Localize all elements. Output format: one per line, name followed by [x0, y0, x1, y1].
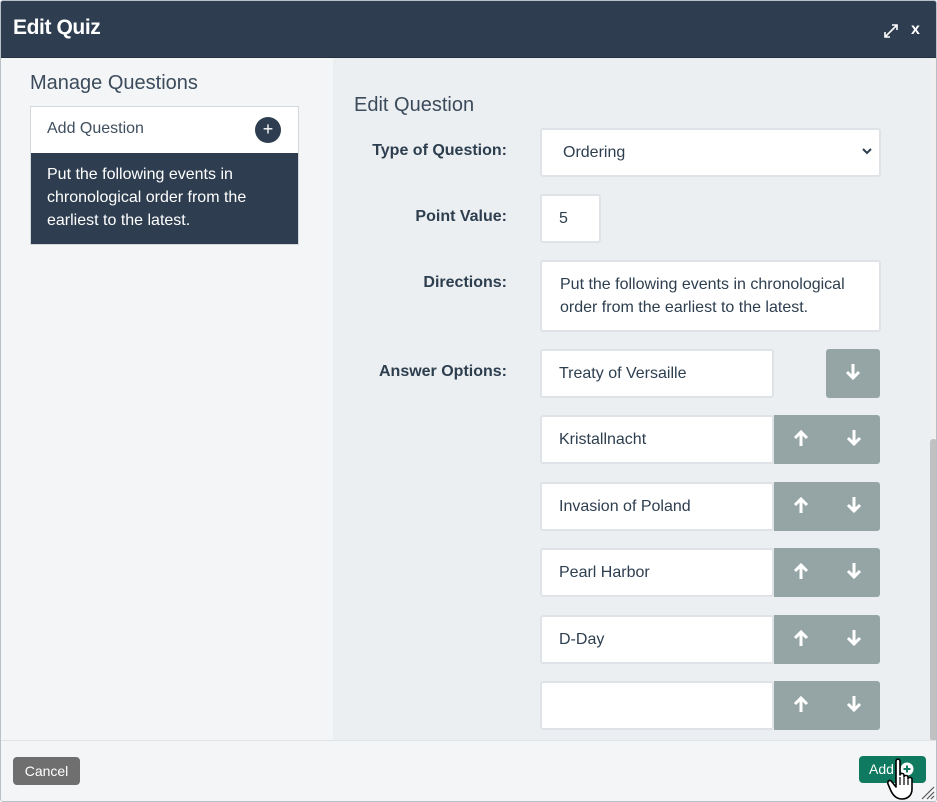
- answer-option-input[interactable]: Treaty of Versaille: [540, 349, 774, 398]
- answer-option-controls: [774, 548, 880, 597]
- dialog-titlebar: Edit Quiz x: [1, 1, 936, 58]
- type-of-question-value: Ordering: [563, 144, 626, 161]
- expand-icon[interactable]: [882, 22, 900, 40]
- arrow-down-icon[interactable]: [845, 494, 863, 516]
- point-value-label: Point Value:: [415, 208, 507, 225]
- add-question-row[interactable]: Add Question +: [31, 107, 298, 153]
- answer-option-input[interactable]: [540, 681, 774, 730]
- add-question-button[interactable]: +: [255, 117, 281, 143]
- arrow-up-icon[interactable]: [792, 494, 810, 516]
- arrow-down-icon[interactable]: [845, 427, 863, 449]
- answer-option-controls: [774, 482, 880, 531]
- answer-option-controls: [774, 415, 880, 464]
- edit-quiz-dialog: Edit Quiz x Manage Questions Add Questio…: [0, 0, 937, 802]
- answer-option-controls: [774, 615, 880, 664]
- dialog-title: Edit Quiz: [13, 16, 101, 39]
- answer-option-controls: [826, 349, 880, 398]
- answer-option-input[interactable]: Kristallnacht: [540, 415, 774, 464]
- edit-question-heading: Edit Question: [354, 94, 475, 116]
- cancel-button[interactable]: Cancel: [13, 757, 80, 785]
- question-list-card: Add Question + Put the following events …: [30, 106, 299, 245]
- arrow-up-icon[interactable]: [792, 693, 810, 715]
- answer-option-input[interactable]: Pearl Harbor: [540, 548, 774, 597]
- manage-questions-heading: Manage Questions: [30, 72, 198, 94]
- scrollbar-thumb[interactable]: [930, 439, 936, 741]
- directions-label: Directions:: [423, 274, 507, 291]
- hand-cursor-icon: [887, 758, 913, 800]
- arrow-up-icon[interactable]: [792, 627, 810, 649]
- question-list-item[interactable]: Put the following events in chronologica…: [31, 153, 298, 244]
- resize-grip-icon[interactable]: [919, 784, 935, 800]
- close-button[interactable]: x: [911, 21, 920, 39]
- arrow-down-icon[interactable]: [844, 361, 862, 383]
- answer-option-input[interactable]: Invasion of Poland: [540, 482, 774, 531]
- dialog-footer: Cancel Add: [1, 740, 936, 801]
- answer-option-controls: [774, 681, 880, 730]
- arrow-down-icon[interactable]: [845, 560, 863, 582]
- answer-options-label: Answer Options:: [378, 363, 507, 380]
- directions-textarea[interactable]: Put the following events in chronologica…: [540, 260, 881, 332]
- arrow-up-icon[interactable]: [792, 427, 810, 449]
- arrow-down-icon[interactable]: [845, 627, 863, 649]
- type-of-question-label: Type of Question:: [372, 142, 507, 159]
- arrow-down-icon[interactable]: [845, 693, 863, 715]
- add-question-label: Add Question: [47, 120, 144, 137]
- manage-questions-panel: Manage Questions Add Question + Put the …: [1, 58, 333, 740]
- chevron-down-icon: [862, 148, 872, 155]
- edit-question-panel: Edit Question Type of Question: Ordering…: [333, 58, 930, 740]
- arrow-up-icon[interactable]: [792, 560, 810, 582]
- point-value-input[interactable]: 5: [540, 194, 601, 243]
- type-of-question-select[interactable]: Ordering: [540, 128, 881, 177]
- answer-option-input[interactable]: D-Day: [540, 615, 774, 664]
